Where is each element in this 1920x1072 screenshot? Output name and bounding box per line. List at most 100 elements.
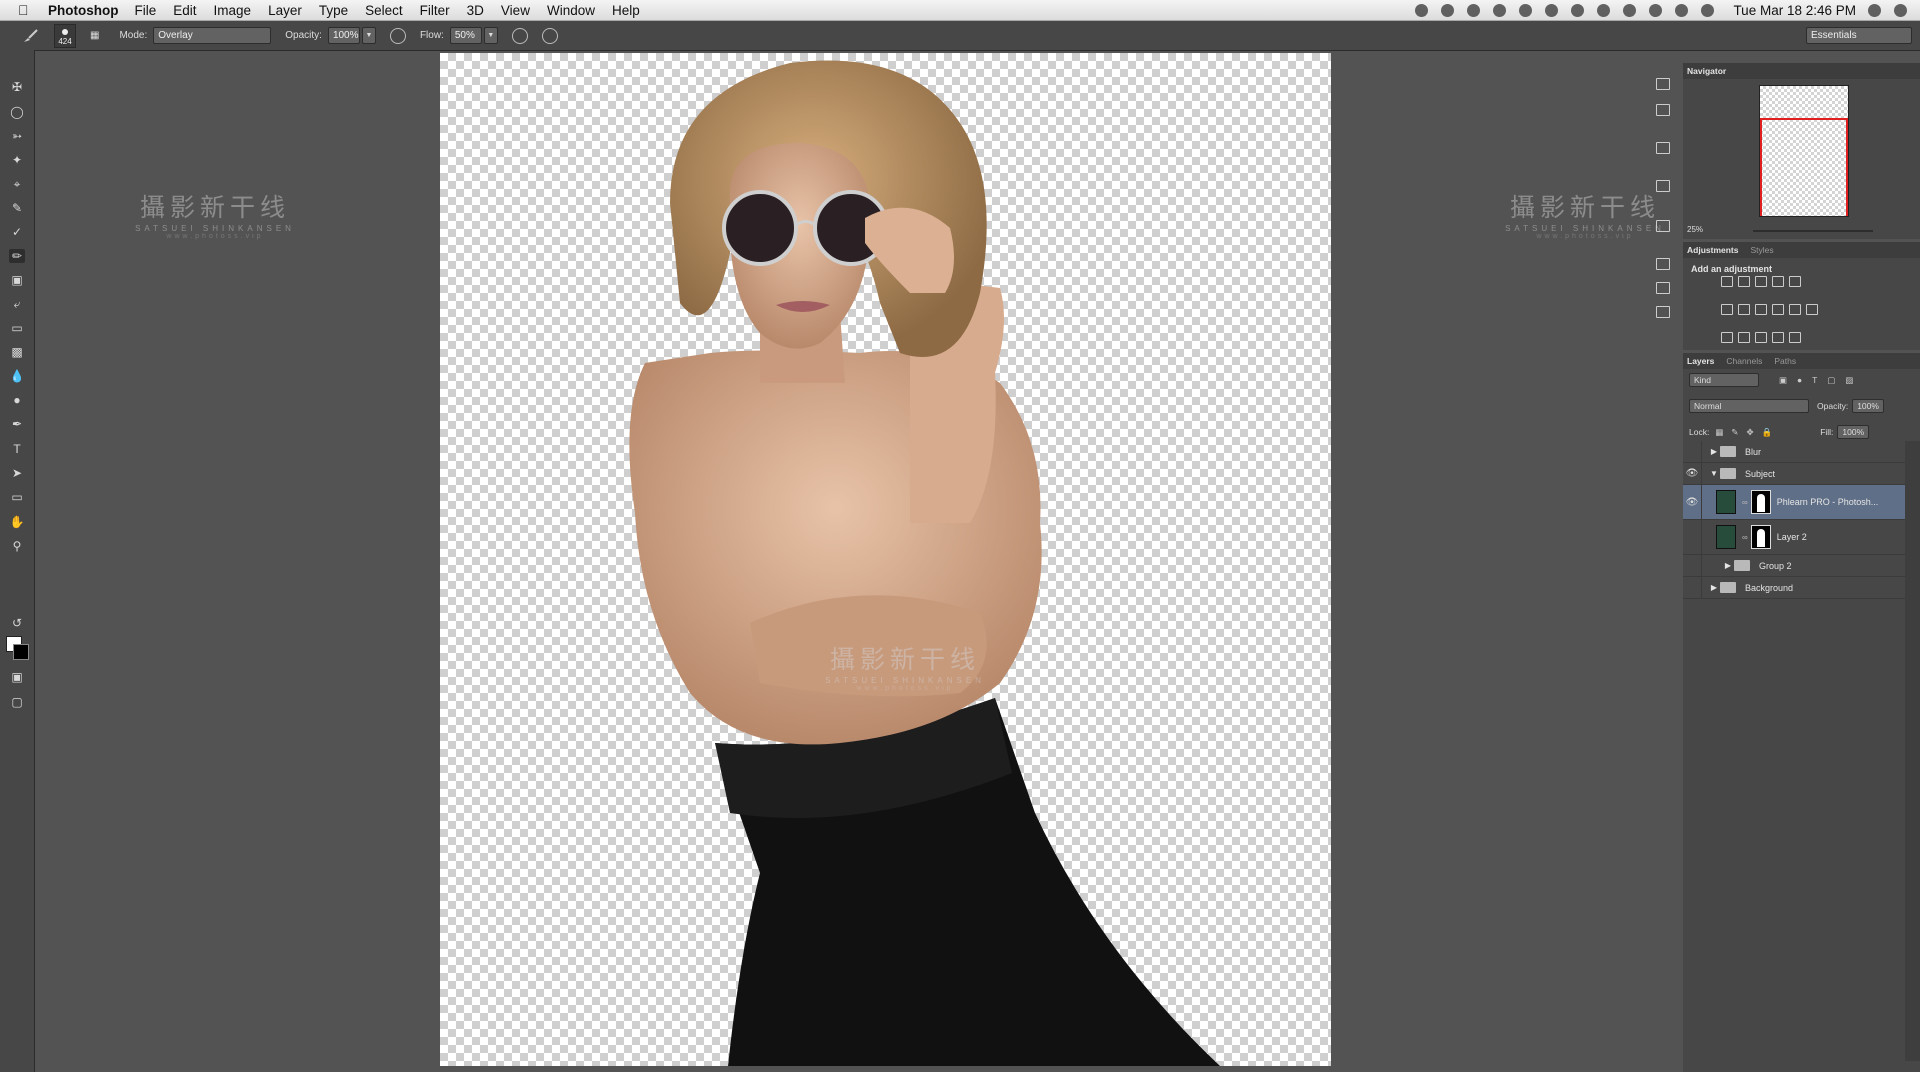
menu-select[interactable]: Select — [365, 3, 403, 18]
opacity-input[interactable]: 100% — [327, 27, 360, 44]
expand-arrow-icon[interactable]: ▶ — [1708, 447, 1720, 456]
layer-thumbnail[interactable] — [1716, 525, 1736, 549]
bluetooth-icon[interactable] — [1649, 3, 1663, 17]
hand-tool-icon[interactable]: ✋ — [9, 515, 25, 529]
tab-navigator[interactable]: Navigator — [1687, 66, 1726, 76]
menu-view[interactable]: View — [501, 3, 530, 18]
record-icon[interactable] — [1415, 3, 1429, 17]
zoom-tool-icon[interactable]: ⚲ — [9, 539, 25, 553]
histogram-icon[interactable] — [1656, 142, 1670, 154]
expand-arrow-icon[interactable]: ▶ — [1722, 561, 1734, 570]
layer-mask-thumbnail[interactable] — [1750, 490, 1771, 514]
navigator-zoom-slider[interactable] — [1753, 230, 1873, 232]
link-icon[interactable]: ∞ — [1742, 498, 1748, 507]
pen-tool-icon[interactable]: ✒ — [9, 417, 25, 431]
document-canvas[interactable] — [440, 53, 1331, 1066]
eyedropper-tool-icon[interactable]: ✎ — [9, 201, 25, 215]
layer-row-layer-2[interactable]: ∞ Layer 2 — [1683, 520, 1905, 555]
spotlight-icon[interactable] — [1868, 3, 1881, 17]
layer-filter-icons[interactable]: ▣●T▢▨ — [1779, 375, 1863, 386]
exposure-icon[interactable] — [1772, 276, 1784, 287]
menu-3d[interactable]: 3D — [467, 3, 484, 18]
info-icon[interactable] — [1656, 180, 1670, 192]
history-icon[interactable] — [1656, 78, 1670, 90]
clone-stamp-tool-icon[interactable]: ▣ — [9, 273, 25, 287]
menu-edit[interactable]: Edit — [173, 3, 196, 18]
visibility-toggle[interactable] — [1683, 441, 1702, 462]
layer-opacity-input[interactable]: 100% — [1852, 399, 1884, 413]
eraser-tool-icon[interactable]: ▭ — [9, 321, 25, 335]
dropbox-icon[interactable] — [1519, 3, 1533, 17]
curves-icon[interactable] — [1755, 276, 1767, 287]
brush-tool-icon[interactable]: ✏ — [9, 249, 25, 263]
screen-mode-icon[interactable]: ▢ — [9, 695, 25, 709]
workspace-select[interactable]: Essentials — [1806, 27, 1912, 44]
pressure-size-icon[interactable] — [541, 27, 558, 44]
actions-icon[interactable] — [1656, 104, 1670, 116]
history-brush-tool-icon[interactable]: ⤶ — [9, 297, 25, 311]
clock[interactable]: Tue Mar 18 2:46 PM — [1733, 3, 1856, 18]
menu-layer[interactable]: Layer — [268, 3, 302, 18]
clone-source-icon[interactable] — [1656, 258, 1670, 270]
menu-filter[interactable]: Filter — [420, 3, 450, 18]
threshold-icon[interactable] — [1755, 332, 1767, 343]
tab-layers[interactable]: Layers — [1687, 356, 1714, 366]
tab-paths[interactable]: Paths — [1774, 356, 1796, 366]
visibility-toggle[interactable] — [1683, 577, 1702, 598]
lasso-tool-icon[interactable]: ➳ — [9, 129, 25, 143]
levels-icon[interactable] — [1738, 276, 1750, 287]
expand-arrow-icon[interactable]: ▶ — [1708, 583, 1720, 592]
brightness-contrast-icon[interactable] — [1721, 276, 1733, 287]
crop-tool-icon[interactable]: ⌖ — [9, 177, 25, 191]
gradient-tool-icon[interactable]: ▩ — [9, 345, 25, 359]
posterize-icon[interactable] — [1738, 332, 1750, 343]
eject-icon[interactable] — [1597, 3, 1611, 17]
tab-styles[interactable]: Styles — [1750, 245, 1773, 255]
notification-center-icon[interactable] — [1894, 3, 1907, 17]
blur-tool-icon[interactable]: 💧 — [9, 369, 25, 383]
navigator-thumbnail[interactable] — [1759, 85, 1849, 217]
swap-colors-icon[interactable]: ↺ — [9, 616, 25, 630]
layer-thumbnail[interactable] — [1716, 490, 1736, 514]
channel-mixer-icon[interactable] — [1789, 304, 1801, 315]
layers-scrollbar[interactable] — [1905, 441, 1920, 1061]
filter-kind-select[interactable]: Kind — [1689, 373, 1759, 387]
menu-type[interactable]: Type — [319, 3, 348, 18]
color-balance-icon[interactable] — [1738, 304, 1750, 315]
selective-color-icon[interactable] — [1772, 332, 1784, 343]
move-tool-icon[interactable]: ✠ — [9, 80, 25, 94]
time-machine-icon[interactable] — [1623, 3, 1637, 17]
hue-saturation-icon[interactable] — [1721, 304, 1733, 315]
healing-brush-tool-icon[interactable]: ✓ — [9, 225, 25, 239]
background-color-swatch[interactable] — [13, 644, 29, 660]
app-menu[interactable]: Photoshop — [48, 3, 119, 18]
layer-row-subject[interactable]: 👁 ▼ Subject — [1683, 463, 1905, 485]
dodge-tool-icon[interactable]: ● — [9, 393, 25, 407]
visibility-toggle[interactable] — [1683, 520, 1702, 554]
layer-mask-thumbnail[interactable] — [1750, 525, 1771, 549]
gradient-map-icon[interactable] — [1789, 332, 1801, 343]
layer-row-phlearn[interactable]: 👁 ∞ Phlearn PRO - Photosh... — [1683, 485, 1905, 520]
flow-dropdown-icon[interactable]: ▼ — [483, 27, 498, 44]
brush-tool-icon[interactable] — [22, 28, 40, 44]
blend-mode-select[interactable]: Normal — [1689, 399, 1809, 413]
vibrance-icon[interactable] — [1789, 276, 1801, 287]
quick-select-tool-icon[interactable]: ✦ — [9, 153, 25, 167]
photo-filter-icon[interactable] — [1772, 304, 1784, 315]
menu-image[interactable]: Image — [214, 3, 252, 18]
quick-mask-icon[interactable]: ▣ — [9, 670, 25, 684]
layer-row-group-2[interactable]: ▶ Group 2 — [1683, 555, 1905, 577]
layer-row-blur[interactable]: ▶ Blur — [1683, 441, 1905, 463]
toggle-brush-panel-icon[interactable]: ▦ — [90, 30, 99, 41]
opacity-dropdown-icon[interactable]: ▼ — [361, 27, 376, 44]
volume-icon[interactable] — [1701, 3, 1715, 17]
airplay-icon[interactable] — [1571, 3, 1585, 17]
navigator-zoom[interactable]: 25% — [1687, 225, 1703, 234]
tab-adjustments[interactable]: Adjustments — [1687, 245, 1738, 255]
menu-window[interactable]: Window — [547, 3, 595, 18]
navigator-view-box[interactable] — [1760, 118, 1848, 216]
link-icon[interactable]: ∞ — [1742, 533, 1748, 542]
visibility-toggle[interactable] — [1683, 555, 1702, 576]
character-icon[interactable] — [1656, 282, 1670, 294]
wifi-icon[interactable] — [1675, 3, 1689, 17]
